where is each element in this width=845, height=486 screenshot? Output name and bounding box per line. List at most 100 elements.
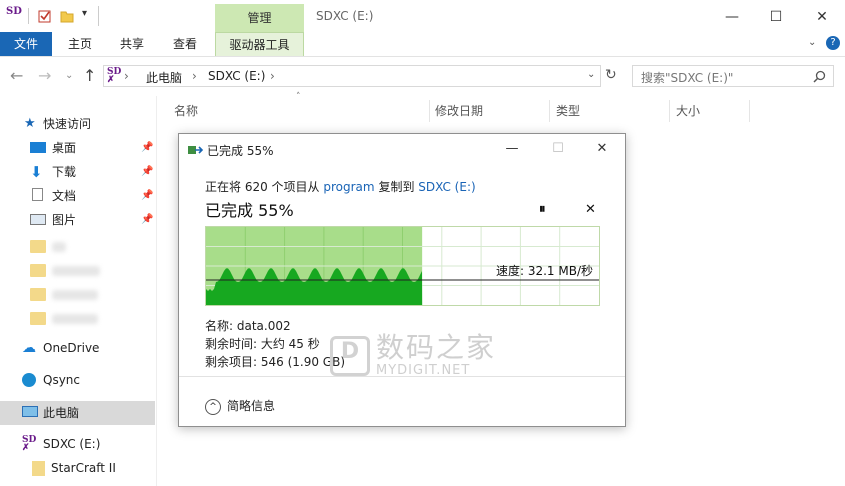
column-separator[interactable] [749,100,750,122]
column-size[interactable]: 大小 [676,100,700,122]
time-remaining: 剩余时间: 大约 45 秒 [205,337,320,351]
search-placeholder: 搜索"SDXC (E:)" [641,71,734,85]
folder-icon [32,461,45,476]
watermark-cn: 数码之家 [376,331,497,364]
pin-icon[interactable]: 📌 [141,209,153,231]
pause-icon[interactable]: ⏸ [539,202,546,217]
dialog-minimize-button[interactable]: — [497,138,527,160]
computer-icon [22,406,38,417]
tab-home[interactable]: 主页 [60,32,100,56]
tab-drive-tools[interactable]: 驱动器工具 [215,32,304,56]
drive-logo-icon: SD ✗ [107,67,122,85]
pane-splitter[interactable] [156,96,157,486]
sidebar-item-documents[interactable]: 文档 📌 [0,185,155,207]
watermark-en: MYDIGIT.NET [376,363,471,378]
minimize-button[interactable]: — [712,6,752,28]
up-icon[interactable]: ↑ [83,66,96,85]
maximize-button[interactable]: ☐ [756,6,796,28]
star-icon: ★ [24,116,36,131]
column-separator[interactable] [429,100,430,122]
tab-share[interactable]: 共享 [112,32,152,56]
copy-description: 正在将 620 个项目从 program 复制到 SDXC (E:) [205,180,476,194]
crumb-chevron-icon[interactable]: › [124,69,129,83]
dialog-title: 已完成 55% [207,144,274,158]
properties-icon[interactable] [38,9,52,23]
column-date[interactable]: 修改日期 [435,100,483,122]
column-separator[interactable] [669,100,670,122]
sidebar-item-downloads[interactable]: ⬇ 下载 📌 [0,161,155,183]
blurred-folder-icon [30,240,46,253]
help-icon[interactable]: ? [826,36,840,50]
dialog-close-button[interactable]: ✕ [587,138,617,160]
sidebar-item-desktop[interactable]: 桌面 📌 [0,137,155,159]
address-box[interactable]: SD ✗ › 此电脑 › SDXC (E:) › ⌄ [103,65,601,87]
desktop-icon [30,142,46,153]
address-dropdown-icon[interactable]: ⌄ [587,69,595,80]
title-divider [28,8,29,24]
sidebar-item-starcraft[interactable]: StarCraft II [0,457,155,479]
title-divider-2 [98,6,99,26]
tab-manage[interactable]: 管理 [215,4,304,32]
quick-access-dropdown-icon[interactable]: ▾ [82,8,87,19]
blurred-label [52,242,66,252]
crumb-chevron-icon[interactable]: › [270,69,275,83]
sidebar-item-onedrive[interactable]: ☁ OneDrive [0,337,155,359]
ribbon-expand-icon[interactable]: ⌄ [808,37,816,48]
blurred-label [52,314,98,324]
crumb-drive[interactable]: SDXC (E:) [208,69,265,83]
search-input[interactable]: 搜索"SDXC (E:)" [632,65,834,87]
column-separator[interactable] [549,100,550,122]
crumb-this-pc[interactable]: 此电脑 [146,69,182,86]
column-name[interactable]: 名称 [174,100,198,122]
drive-icon: SD ✗ [22,435,37,453]
copy-progress-dialog: 已完成 55% — ☐ ✕ 正在将 620 个项目从 program 复制到 S… [178,133,626,427]
pin-icon[interactable]: 📌 [141,185,153,207]
address-bar-row: ← → ⌄ ↑ SD ✗ › 此电脑 › SDXC (E:) › ⌄ ↻ 搜索"S… [0,60,845,92]
blurred-folder-icon [30,288,46,301]
blurred-folder-icon [30,312,46,325]
document-icon [32,188,43,201]
sidebar-item-this-pc[interactable]: 此电脑 [0,401,155,425]
percent-complete: 已完成 55% [205,201,294,220]
dialog-maximize-button: ☐ [552,141,564,156]
recent-dropdown-icon[interactable]: ⌄ [65,70,73,81]
crumb-chevron-icon[interactable]: › [192,69,197,83]
blurred-label [52,290,98,300]
sidebar-item-qsync[interactable]: Qsync [0,369,155,391]
fewer-details-button[interactable]: ^ 简略信息 [205,397,275,415]
sidebar-item-pictures[interactable]: 图片 📌 [0,209,155,231]
speed-label: 速度: 32.1 MB/秒 [495,264,593,278]
current-file-name: 名称: data.002 [205,319,291,333]
qsync-icon [22,373,36,387]
blurred-label [52,266,100,276]
sort-up-icon: ˄ [296,92,301,102]
refresh-icon[interactable]: ↻ [605,67,617,83]
watermark: D 数码之家 MYDIGIT.NET [330,333,496,378]
cancel-icon[interactable]: ✕ [585,202,596,217]
blurred-folder-icon [30,264,46,277]
column-type[interactable]: 类型 [556,100,580,122]
pin-icon[interactable]: 📌 [141,161,153,183]
close-button[interactable]: ✕ [802,6,842,28]
forward-icon[interactable]: → [38,66,51,85]
tab-file[interactable]: 文件 [0,32,52,56]
transfer-speed-graph: 速度: 32.1 MB/秒 [205,226,600,306]
sidebar-item-quick-access[interactable]: ★ 快速访问 [0,113,155,135]
picture-icon [30,214,46,225]
navigation-pane: ★ 快速访问 桌面 📌 ⬇ 下载 📌 文档 📌 图片 📌 ☁ OneDrive … [0,96,155,486]
source-link[interactable]: program [323,180,374,194]
new-folder-icon[interactable] [60,9,74,23]
items-remaining: 剩余项目: 546 (1.90 GB) [205,355,346,369]
tab-view[interactable]: 查看 [165,32,205,56]
ribbon: 文件 主页 共享 查看 驱动器工具 ⌄ ? [0,32,845,57]
title-bar: SD ▾ 管理 SDXC (E:) — ☐ ✕ [0,0,845,32]
destination-link[interactable]: SDXC (E:) [418,180,475,194]
pin-icon[interactable]: 📌 [141,137,153,159]
cloud-icon: ☁ [22,340,36,356]
back-icon[interactable]: ← [10,66,23,85]
search-icon[interactable] [813,70,826,83]
sidebar-item-drive[interactable]: SD ✗ SDXC (E:) [0,433,155,455]
watermark-logo-icon: D [330,335,370,376]
copy-icon [188,146,204,154]
window-title: SDXC (E:) [316,9,374,23]
